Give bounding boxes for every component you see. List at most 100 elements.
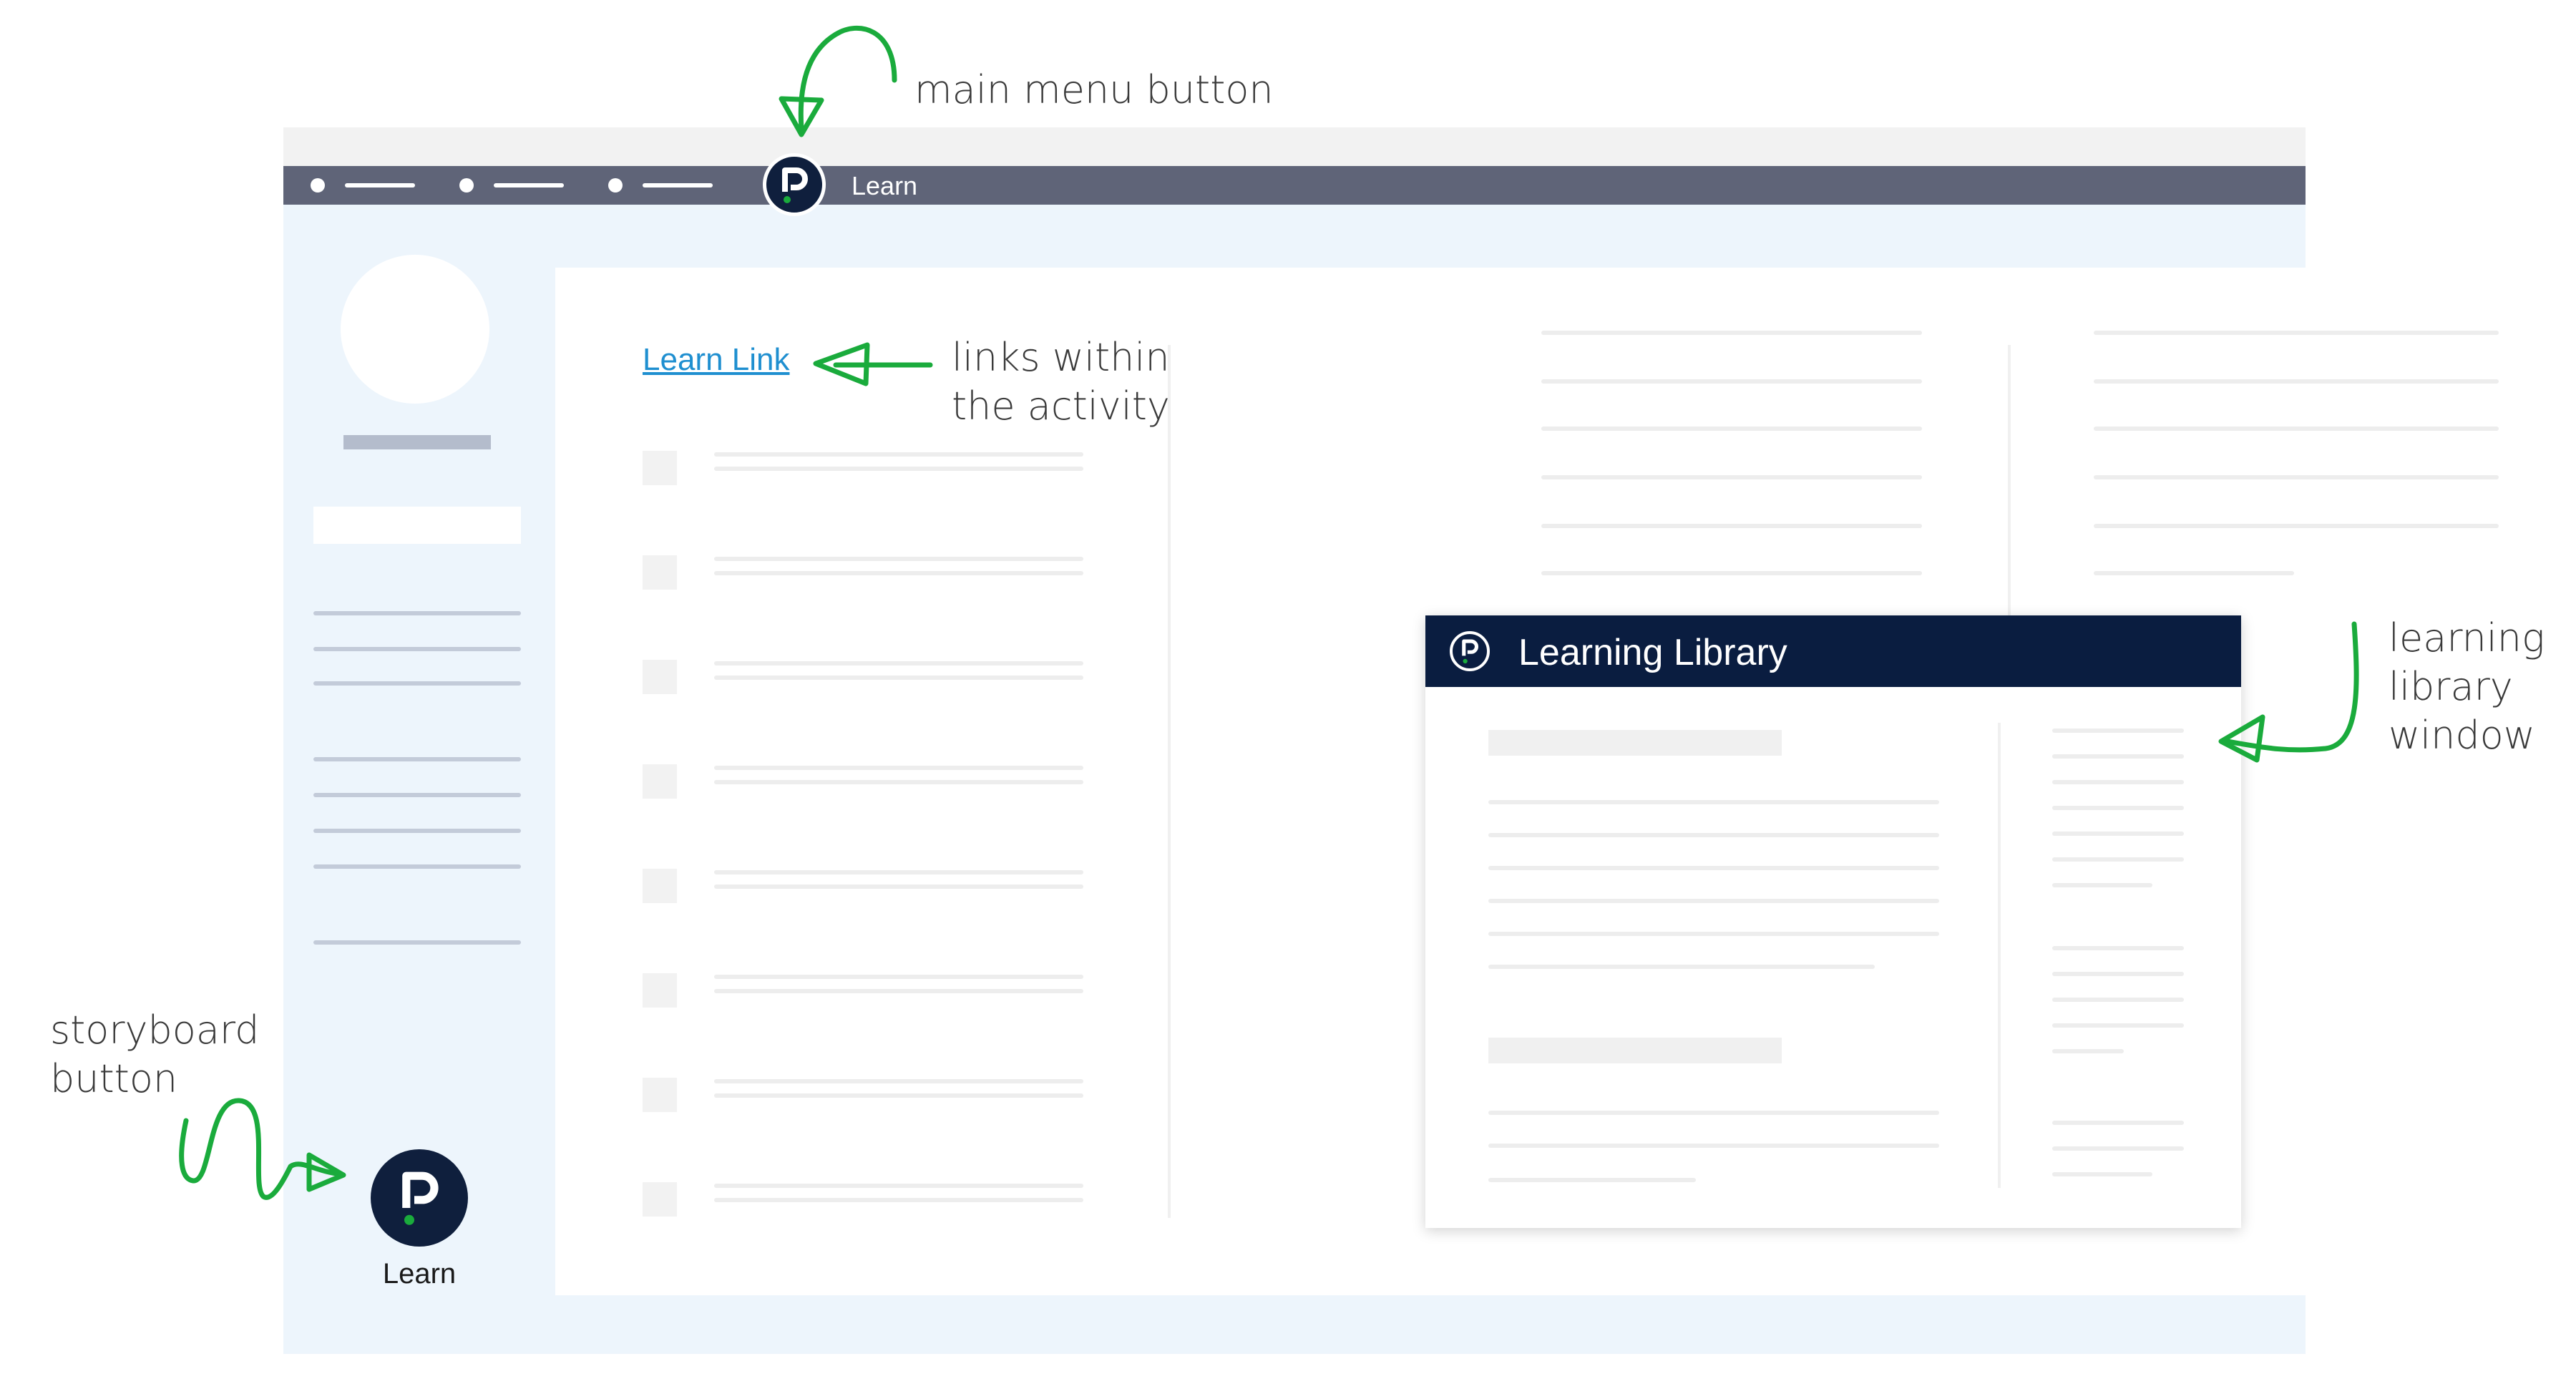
text-line — [714, 989, 1083, 993]
text-line — [1488, 1178, 1696, 1182]
row-checkbox[interactable] — [643, 451, 677, 485]
text-line — [1541, 571, 1922, 575]
main-menu-label: Learn — [852, 171, 918, 200]
sidebar-item[interactable] — [313, 829, 521, 833]
row-checkbox[interactable] — [643, 1182, 677, 1217]
text-line — [1541, 427, 1922, 431]
sidebar-item[interactable] — [313, 864, 521, 869]
library-nav-item[interactable] — [2052, 883, 2152, 887]
row-checkbox[interactable] — [643, 869, 677, 903]
text-line — [1541, 524, 1922, 528]
row-checkbox[interactable] — [643, 660, 677, 694]
text-line — [1488, 965, 1875, 969]
sidebar-item[interactable] — [313, 757, 521, 761]
storyboard-label: Learn — [382, 1258, 457, 1290]
text-line — [1488, 932, 1939, 936]
library-nav-item[interactable] — [2052, 972, 2184, 976]
text-line — [714, 1079, 1083, 1083]
menu-bar — [283, 166, 2306, 205]
annotation-library: learning library window — [2389, 615, 2545, 758]
text-line — [2094, 524, 2499, 528]
library-nav-item[interactable] — [2052, 728, 2184, 733]
text-line — [2094, 379, 2499, 384]
text-line — [714, 1184, 1083, 1188]
text-line — [1541, 475, 1922, 479]
text-line — [714, 676, 1083, 680]
library-nav-item[interactable] — [2052, 806, 2184, 810]
text-line — [1488, 1111, 1939, 1115]
text-line — [714, 884, 1083, 889]
library-nav-item[interactable] — [2052, 754, 2184, 759]
text-line — [714, 661, 1083, 666]
text-line — [1488, 899, 1939, 903]
heading-placeholder — [1488, 1038, 1782, 1063]
menu-dot[interactable] — [459, 178, 474, 192]
text-line — [1488, 800, 1939, 804]
menu-dot[interactable] — [311, 178, 325, 192]
library-nav-item[interactable] — [2052, 857, 2184, 862]
text-line — [714, 975, 1083, 979]
library-header: Learning Library — [1425, 615, 2241, 687]
library-nav-item[interactable] — [2052, 1121, 2184, 1125]
sidebar-field — [313, 507, 521, 544]
row-checkbox[interactable] — [643, 1078, 677, 1112]
sidebar-item[interactable] — [313, 647, 521, 651]
library-nav-item[interactable] — [2052, 998, 2184, 1002]
text-line — [714, 1198, 1083, 1202]
text-line — [714, 1093, 1083, 1098]
text-line — [1488, 833, 1939, 837]
question-logo-icon — [782, 167, 808, 203]
sidebar-item[interactable] — [313, 940, 521, 945]
sidebar-item[interactable] — [313, 611, 521, 615]
learning-library-window[interactable]: Learning Library — [1425, 615, 2241, 1228]
storyboard-button[interactable] — [371, 1149, 468, 1247]
text-line — [2094, 571, 2294, 575]
avatar — [341, 255, 489, 404]
text-line — [714, 452, 1083, 457]
user-name-placeholder — [343, 435, 491, 449]
row-checkbox[interactable] — [643, 764, 677, 799]
library-divider — [1998, 723, 2001, 1188]
main-menu-arrow — [798, 25, 897, 132]
text-line — [2094, 331, 2499, 335]
row-checkbox[interactable] — [643, 973, 677, 1008]
text-line — [1541, 331, 1922, 335]
learn-link[interactable]: Learn Link — [643, 342, 789, 378]
heading-placeholder — [1488, 730, 1782, 756]
text-line — [1488, 866, 1939, 870]
annotation-links: links within the activity — [952, 335, 1170, 429]
text-line — [714, 780, 1083, 784]
library-nav-item[interactable] — [2052, 946, 2184, 950]
menu-item-placeholder[interactable] — [643, 183, 713, 187]
text-line — [714, 557, 1083, 561]
sidebar-item[interactable] — [313, 681, 521, 686]
text-line — [714, 571, 1083, 575]
library-nav-item[interactable] — [2052, 1146, 2184, 1151]
text-line — [2094, 475, 2499, 479]
text-line — [2094, 427, 2499, 431]
text-line — [714, 766, 1083, 770]
menu-item-placeholder[interactable] — [345, 183, 415, 187]
question-logo-icon — [1462, 639, 1478, 664]
library-title: Learning Library — [1518, 632, 1787, 673]
library-logo-icon — [1450, 631, 1490, 671]
annotation-main-menu: main menu button — [914, 67, 1274, 112]
main-menu-button[interactable] — [763, 153, 826, 216]
text-line — [1541, 379, 1922, 384]
annotation-storyboard: storyboard button — [50, 1008, 260, 1101]
question-logo-icon — [402, 1171, 439, 1225]
column-divider — [1168, 345, 1171, 1218]
text-line — [714, 870, 1083, 874]
text-line — [1488, 1144, 1939, 1148]
library-nav-item[interactable] — [2052, 780, 2184, 784]
row-checkbox[interactable] — [643, 555, 677, 590]
menu-dot[interactable] — [608, 178, 623, 192]
library-nav-item[interactable] — [2052, 1049, 2124, 1053]
sidebar-item[interactable] — [313, 793, 521, 797]
text-line — [714, 467, 1083, 471]
library-nav-item[interactable] — [2052, 832, 2184, 836]
window-chrome — [283, 127, 2306, 166]
menu-item-placeholder[interactable] — [494, 183, 564, 187]
library-nav-item[interactable] — [2052, 1172, 2152, 1176]
library-nav-item[interactable] — [2052, 1023, 2184, 1028]
